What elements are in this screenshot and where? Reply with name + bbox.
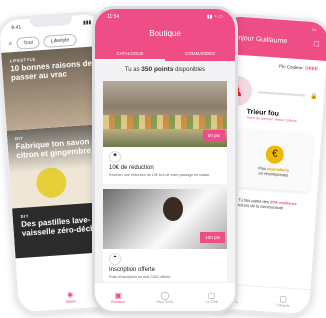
bottom-nav: ▣ Boutique ◯ Mon CIAO ▢ Le Club xyxy=(95,282,235,311)
battery-icon: ▭ xyxy=(311,26,317,34)
euro-coin-icon: € xyxy=(265,144,285,164)
status-time: 11:54 xyxy=(107,14,120,20)
nav-mon-ciao-label: Mon CIAO xyxy=(156,299,174,304)
filter-chip-all[interactable]: Tout xyxy=(16,36,41,50)
offer-desc: Recevez une réduction de 10€ lors de vot… xyxy=(109,173,211,177)
price-badge: 100 pts xyxy=(200,231,225,243)
community-rank: Tu fais partie des 20% meilleurs trieurs… xyxy=(238,197,309,212)
offer-desc: Frais d'inscription au club CIAO offerts xyxy=(109,274,171,279)
reward-card[interactable]: € Plus équivalents en récompenses xyxy=(235,129,314,193)
nav-boutique[interactable]: ▣ Boutique xyxy=(95,283,142,311)
points-banner: Tu as 350 points disponibles xyxy=(95,61,235,78)
offer-card[interactable]: 100 pts ⌖ Inscription offerte Frais d'in… xyxy=(95,183,235,285)
shop-header: 11:54 ▮▮ ◔ ▭ Boutique CATALOGUE COMMANDE… xyxy=(95,9,235,61)
offer-card[interactable]: 50 pts ◈ 10€ de réduction Recevez une ré… xyxy=(95,78,235,184)
tab-commandes[interactable]: COMMANDES xyxy=(165,51,235,61)
status-time: 9:41 xyxy=(11,24,22,32)
pin-icon: ⌖ xyxy=(109,252,121,265)
article-tag: DIY xyxy=(15,135,24,142)
page-title: Boutique xyxy=(149,29,181,38)
signal-icon: ▮▮▮ xyxy=(82,19,92,27)
offer-title: Inscription offerte xyxy=(109,266,155,273)
tag-icon: ◈ xyxy=(109,151,121,163)
tab-bar: CATALOGUE COMMANDES xyxy=(95,51,235,61)
nav-mon-ciao[interactable]: ◯ Mon CIAO xyxy=(142,283,189,311)
pin-value: ORÉE xyxy=(304,65,319,72)
offer-body: ◈ 10€ de réduction Recevez une réduction… xyxy=(103,147,227,184)
gift-icon: ▣ xyxy=(114,290,123,300)
search-icon[interactable]: ⌕ xyxy=(8,40,12,48)
nav-news-label[interactable]: News xyxy=(65,298,75,304)
lock-icon: 🔒 xyxy=(310,93,319,100)
tab-catalogue[interactable]: CATALOGUE xyxy=(95,51,165,61)
nav-club-label: Le Club xyxy=(205,299,218,304)
chat-icon: ▢ xyxy=(207,290,216,300)
driver-image: 100 pts xyxy=(103,188,227,249)
offer-title: 10€ de réduction xyxy=(109,165,154,171)
nav-advice-label: Conseils xyxy=(275,302,290,308)
settings-icon[interactable]: ☐ xyxy=(313,40,320,48)
store-image: 50 pts xyxy=(103,81,227,147)
offer-body: ⌖ Inscription offerte Frais d'inscriptio… xyxy=(103,248,227,285)
reward-suffix: en récompenses xyxy=(258,170,289,178)
user-icon: ◯ xyxy=(160,290,170,300)
filter-chip-lifestyle[interactable]: Lifestyle xyxy=(43,33,77,48)
reward-text: Plus équivalents en récompenses xyxy=(258,165,289,178)
points-suffix: disponibles xyxy=(175,67,206,73)
status-bar: 11:54 ▮▮ ◔ ▭ xyxy=(95,9,235,25)
nav-advice[interactable]: ▢ Conseils xyxy=(256,287,311,315)
nav-boutique-label: Boutique xyxy=(111,299,126,304)
nav-club[interactable]: ▢ Le Club xyxy=(188,283,235,311)
pin-label: Pin Couleur: xyxy=(278,63,305,71)
points-value: 350 points xyxy=(141,66,174,73)
article-tag: DIY xyxy=(20,213,29,219)
phone-center: 11:54 ▮▮ ◔ ▭ Boutique CATALOGUE COMMANDE… xyxy=(92,6,238,314)
price-badge: 50 pts xyxy=(202,130,225,141)
signal-icon: ▮▮ ◔ ▭ xyxy=(206,14,223,20)
points-prefix: Tu as xyxy=(124,67,140,73)
